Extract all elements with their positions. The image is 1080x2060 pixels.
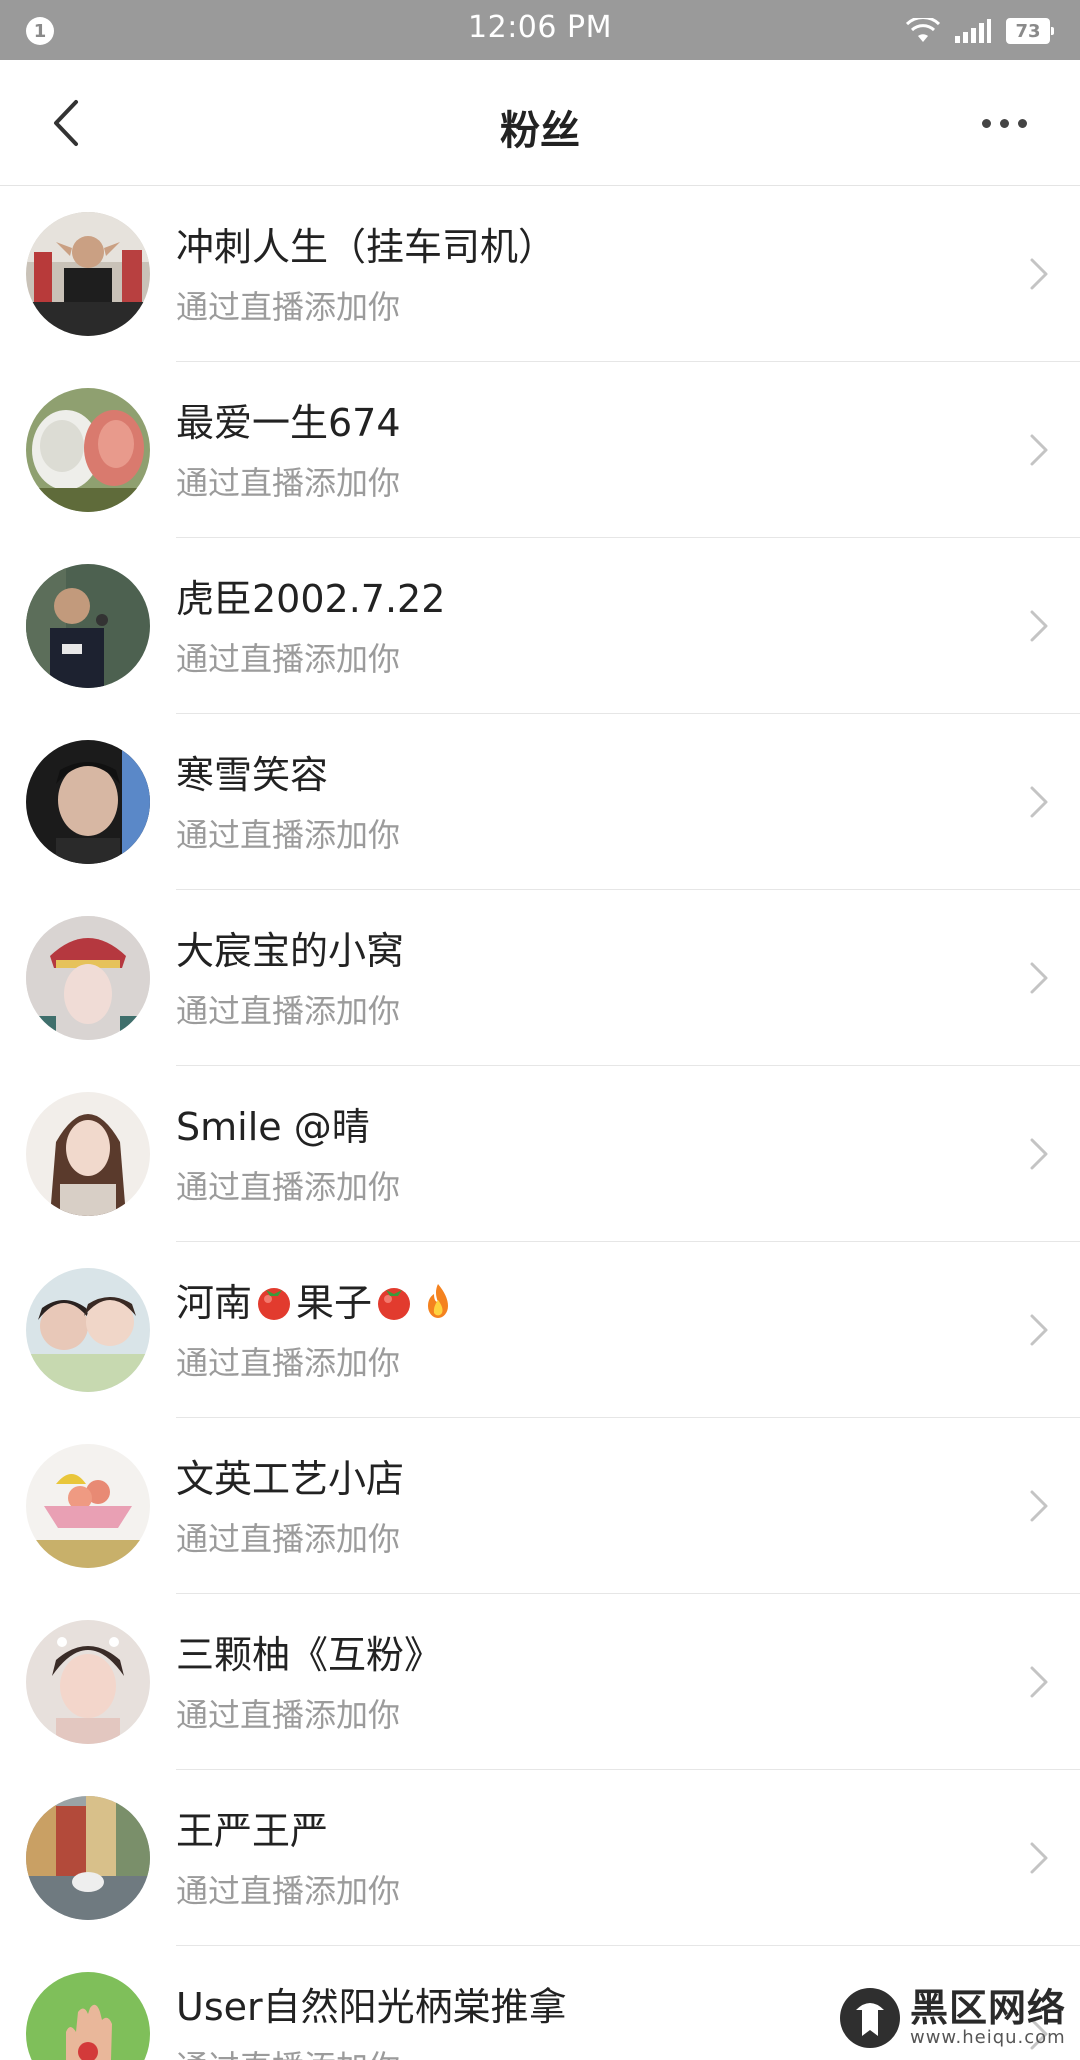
watermark-logo-icon [839,1988,900,2048]
status-icons: 73 [906,14,1054,48]
list-item[interactable]: 文英工艺小店 通过直播添加你 [0,1418,1080,1594]
fan-source: 通过直播添加你 [176,288,401,326]
fan-name: 寒雪笑容 [176,753,329,797]
fan-source: 通过直播添加你 [176,464,401,502]
fire-emoji-icon [428,1284,449,1318]
avatar[interactable] [26,740,150,864]
fan-source: 通过直播添加你 [176,640,401,678]
fan-name: 大宸宝的小窝 [176,929,405,973]
avatar[interactable] [26,388,150,512]
wifi-icon [906,18,940,42]
chevron-right-icon [1030,1138,1048,1170]
fan-name: 王严王严 [176,1809,329,1853]
chevron-right-icon [1030,1842,1048,1874]
avatar[interactable] [26,916,150,1040]
more-button[interactable] [974,100,1034,146]
status-bar: 1 12:06 PM 73 [0,0,1080,60]
fan-name: 河南 果子 [176,1272,460,1327]
fan-name: 最爱一生674 [176,401,401,445]
avatar[interactable] [26,1444,150,1568]
chevron-right-icon [1030,1666,1048,1698]
list-item[interactable]: 王严王严 通过直播添加你 [0,1770,1080,1946]
avatar[interactable] [26,1972,150,2060]
fan-source: 通过直播添加你 [176,1872,401,1910]
fan-source: 通过直播添加你 [176,1344,401,1382]
signal-icon [955,19,991,43]
fan-name: 三颗柚《互粉》 [176,1633,443,1677]
fan-list: 冲刺人生（挂车司机） 通过直播添加你 最爱一生674 通过直播添加你 虎臣200… [0,186,1080,2060]
page-title: 粉丝 [500,108,580,154]
list-item[interactable]: 三颗柚《互粉》 通过直播添加你 [0,1594,1080,1770]
list-item[interactable]: 冲刺人生（挂车司机） 通过直播添加你 [0,186,1080,362]
list-item[interactable]: 寒雪笑容 通过直播添加你 [0,714,1080,890]
list-item[interactable]: 虎臣2002.7.22 通过直播添加你 [0,538,1080,714]
avatar[interactable] [26,564,150,688]
fan-source: 通过直播添加你 [176,1696,401,1734]
fan-name: 虎臣2002.7.22 [176,577,446,621]
fan-name: Smile @晴 [176,1105,370,1149]
list-item[interactable]: 河南 果子 通过直播添加你 [0,1242,1080,1418]
fan-name: 冲刺人生（挂车司机） [176,225,557,269]
chevron-right-icon [1030,610,1048,642]
list-item[interactable]: Smile @晴 通过直播添加你 [0,1066,1080,1242]
fan-source: 通过直播添加你 [176,992,401,1030]
app-header: 粉丝 [0,60,1080,186]
avatar[interactable] [26,1268,150,1392]
chevron-right-icon [1030,1490,1048,1522]
chevron-right-icon [1030,258,1048,290]
chevron-right-icon [1030,434,1048,466]
tomato-emoji-icon [378,1288,411,1320]
list-item[interactable]: 大宸宝的小窝 通过直播添加你 [0,890,1080,1066]
avatar[interactable] [26,1796,150,1920]
fan-source: 通过直播添加你 [176,2042,400,2060]
chevron-right-icon [1030,1314,1048,1346]
more-dots-icon [981,118,991,128]
watermark-url: www.heiqu.com [909,2027,1066,2048]
watermark: 黑区网络 www.heiqu.com [838,1982,1066,2054]
tomato-emoji-icon [258,1288,291,1320]
fan-source: 通过直播添加你 [176,1168,401,1206]
fan-name: 文英工艺小店 [176,1457,405,1501]
avatar[interactable] [26,212,150,336]
chevron-right-icon [1030,786,1048,818]
fan-source: 通过直播添加你 [176,816,401,854]
avatar[interactable] [26,1092,150,1216]
list-item[interactable]: 最爱一生674 通过直播添加你 [0,362,1080,538]
fan-source: 通过直播添加你 [176,1520,401,1558]
fan-name: User自然阳光柄棠推拿 [176,1985,567,2029]
watermark-text: 黑区网络 [909,1986,1066,2030]
battery-icon: 73 [1006,18,1054,44]
avatar[interactable] [26,1620,150,1744]
chevron-right-icon [1030,962,1048,994]
